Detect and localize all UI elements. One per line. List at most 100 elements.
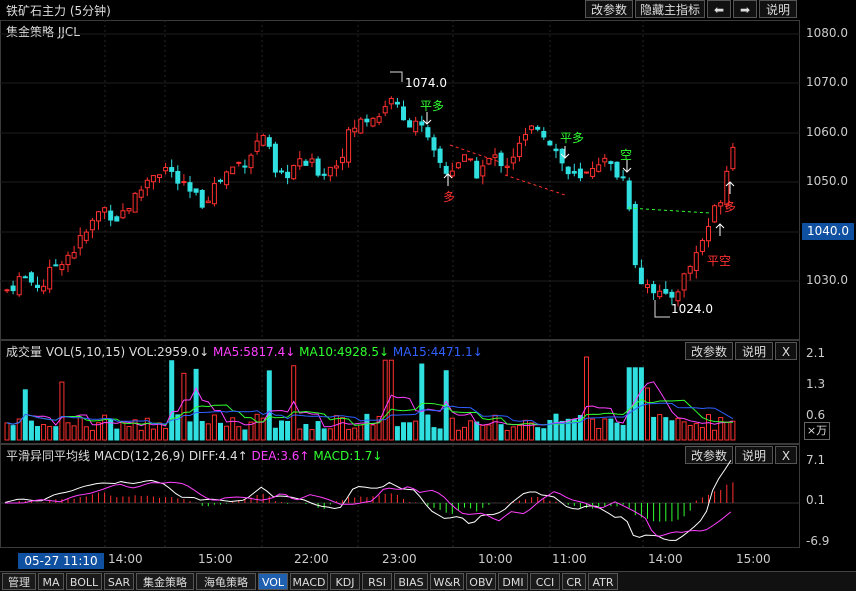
indicator-tab-bar: 管理 MA BOLL SAR 集金策略 海龟策略 VOL MACD KDJ RS… — [0, 571, 856, 591]
volume-label: 成交量 — [6, 345, 43, 359]
macd-edit-params-button[interactable]: 改参数 — [685, 446, 733, 464]
volume-axis-label: 0.6 — [806, 408, 826, 422]
candle-body — [516, 142, 522, 158]
candle-body — [230, 166, 236, 175]
candle-body — [303, 160, 309, 166]
candle-body — [83, 231, 89, 241]
volume-header: 成交量 VOL(5,10,15) VOL:2959.0↓ MA5:5817.4↓… — [6, 343, 483, 360]
candle-body — [297, 158, 303, 167]
tab-turtle-strategy[interactable]: 海龟策略 — [196, 573, 256, 590]
candle-body — [645, 284, 650, 288]
macd-diff: DIFF:4.4↑ — [188, 449, 248, 463]
candle-body — [681, 273, 687, 291]
tab-jijin-strategy[interactable]: 集金策略 — [136, 573, 194, 590]
candle-body — [547, 140, 553, 146]
candle-body — [157, 174, 162, 179]
tab-dmi[interactable]: DMI — [498, 573, 528, 590]
tab-manage[interactable]: 管理 — [2, 573, 36, 590]
candle-body — [614, 161, 620, 178]
candle-body — [419, 121, 425, 126]
candle-body — [53, 264, 59, 267]
candle-body — [468, 158, 474, 161]
candle-body — [266, 137, 272, 147]
candle-body — [28, 272, 34, 283]
candlestick-group — [4, 96, 736, 307]
candle-body — [248, 154, 254, 169]
candle-body — [651, 284, 657, 294]
volume-value: VOL:2959.0↓ — [128, 345, 210, 359]
macd-help-button[interactable]: 说明 — [735, 446, 773, 464]
candle-body — [706, 226, 711, 242]
volume-unit-button[interactable]: ×万 — [804, 422, 830, 440]
candle-body — [535, 126, 541, 130]
candle-body — [657, 290, 663, 298]
tab-bias[interactable]: BIAS — [394, 573, 428, 590]
candle-body — [193, 188, 199, 193]
tab-ma[interactable]: MA — [38, 573, 64, 590]
high-price-label: 1074.0 — [405, 76, 447, 90]
tab-wr[interactable]: W&R — [430, 573, 464, 590]
tab-atr[interactable]: ATR — [588, 573, 618, 590]
candle-body — [71, 252, 77, 259]
candle-body — [41, 285, 47, 292]
signal-ping-kong: 平空 — [707, 254, 732, 268]
tab-kdj[interactable]: KDJ — [330, 573, 360, 590]
tab-sar[interactable]: SAR — [104, 573, 134, 590]
price-axis-label: 1060.0 — [806, 125, 848, 139]
candle-body — [602, 157, 608, 163]
volume-close-icon[interactable]: X — [775, 342, 797, 360]
candle-body — [687, 265, 693, 274]
macd-header: 平滑异同平均线 MACD(12,26,9) DIFF:4.4↑ DEA:3.6↑… — [6, 447, 382, 464]
high-marker — [390, 71, 403, 82]
tab-macd[interactable]: MACD — [290, 573, 328, 590]
signal-line — [627, 207, 711, 214]
time-label: 15:00 — [736, 552, 771, 566]
candle-body — [126, 208, 132, 212]
volume-ma10: MA10:4928.5↓ — [299, 345, 390, 359]
candle-body — [596, 164, 602, 172]
tab-rsi[interactable]: RSI — [362, 573, 392, 590]
candle-body — [510, 156, 516, 164]
candle-body — [272, 143, 278, 173]
candle-body — [199, 189, 205, 208]
arrow-up-icon — [715, 223, 725, 236]
candle-body — [150, 175, 156, 183]
volume-axis-label: 2.1 — [806, 346, 826, 360]
candle-body — [455, 162, 461, 169]
candle-body — [523, 134, 528, 141]
signal-duo: 多 — [724, 200, 737, 214]
time-label: 10:00 — [478, 552, 513, 566]
candle-body — [376, 116, 382, 123]
candle-body — [401, 106, 406, 121]
candle-body — [577, 168, 583, 179]
signal-ping-duo: 平多 — [420, 99, 445, 113]
macd-label: 平滑异同平均线 — [6, 449, 91, 463]
signal-duo: 多 — [443, 190, 456, 204]
tab-obv[interactable]: OBV — [466, 573, 496, 590]
candle-body — [89, 219, 95, 231]
tab-cr[interactable]: CR — [562, 573, 586, 590]
candle-body — [364, 118, 370, 123]
candle-body — [608, 161, 614, 164]
candle-body — [626, 180, 632, 210]
candle-body — [474, 160, 480, 179]
candle-body — [205, 200, 211, 204]
tab-boll[interactable]: BOLL — [66, 573, 102, 590]
volume-edit-params-button[interactable]: 改参数 — [685, 342, 733, 360]
candle-body — [132, 192, 138, 213]
candle-body — [22, 276, 28, 279]
tab-cci[interactable]: CCI — [530, 573, 560, 590]
macd-close-icon[interactable]: X — [775, 446, 797, 464]
candle-body — [541, 130, 547, 138]
candle-body — [120, 210, 126, 219]
candle-body — [211, 183, 217, 205]
candle-body — [358, 118, 364, 134]
candle-body — [443, 165, 449, 174]
current-time-badge: 05-27 11:10 — [18, 553, 104, 569]
candle-body — [437, 148, 443, 163]
tab-vol[interactable]: VOL — [258, 573, 288, 590]
volume-ma5: MA5:5817.4↓ — [213, 345, 296, 359]
candle-body — [413, 120, 419, 133]
candle-body — [309, 158, 315, 163]
volume-help-button[interactable]: 说明 — [735, 342, 773, 360]
